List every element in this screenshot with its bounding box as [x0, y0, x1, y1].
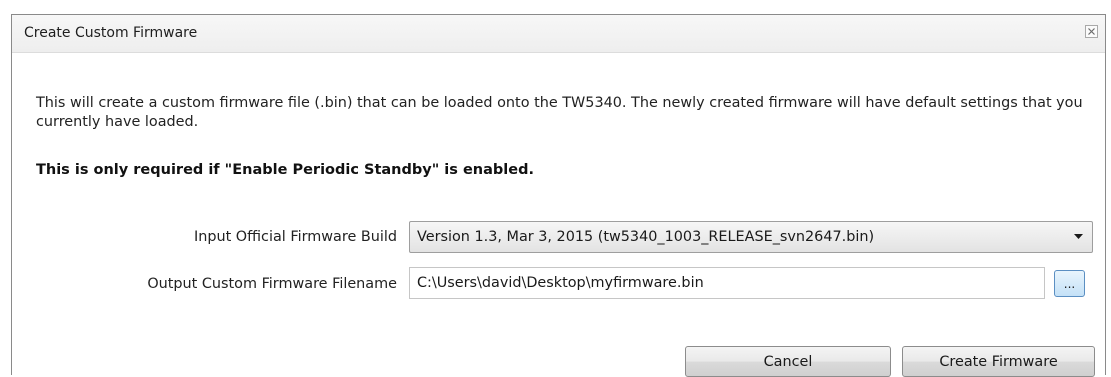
output-filename-label: Output Custom Firmware Filename [147, 276, 397, 292]
cancel-button[interactable]: Cancel [685, 346, 891, 377]
title-bar: Create Custom Firmware [12, 15, 1105, 53]
dialog-title: Create Custom Firmware [24, 25, 198, 41]
browse-button[interactable]: ... [1054, 270, 1085, 297]
dialog-content: This will create a custom firmware file … [12, 53, 1105, 377]
input-firmware-dropdown[interactable]: Version 1.3, Mar 3, 2015 (tw5340_1003_RE… [409, 221, 1093, 253]
create-firmware-dialog: Create Custom Firmware This will create … [11, 14, 1106, 377]
description-text: This will create a custom firmware file … [36, 95, 1083, 130]
input-firmware-label: Input Official Firmware Build [193, 229, 397, 245]
close-button[interactable] [1085, 25, 1098, 38]
create-firmware-button[interactable]: Create Firmware [902, 346, 1095, 377]
input-firmware-selected: Version 1.3, Mar 3, 2015 (tw5340_1003_RE… [417, 229, 875, 245]
dropdown-arrow-icon [1074, 234, 1083, 239]
note-text: This is only required if "Enable Periodi… [36, 162, 534, 178]
close-icon [1088, 28, 1095, 35]
output-filename-input[interactable] [409, 267, 1045, 299]
